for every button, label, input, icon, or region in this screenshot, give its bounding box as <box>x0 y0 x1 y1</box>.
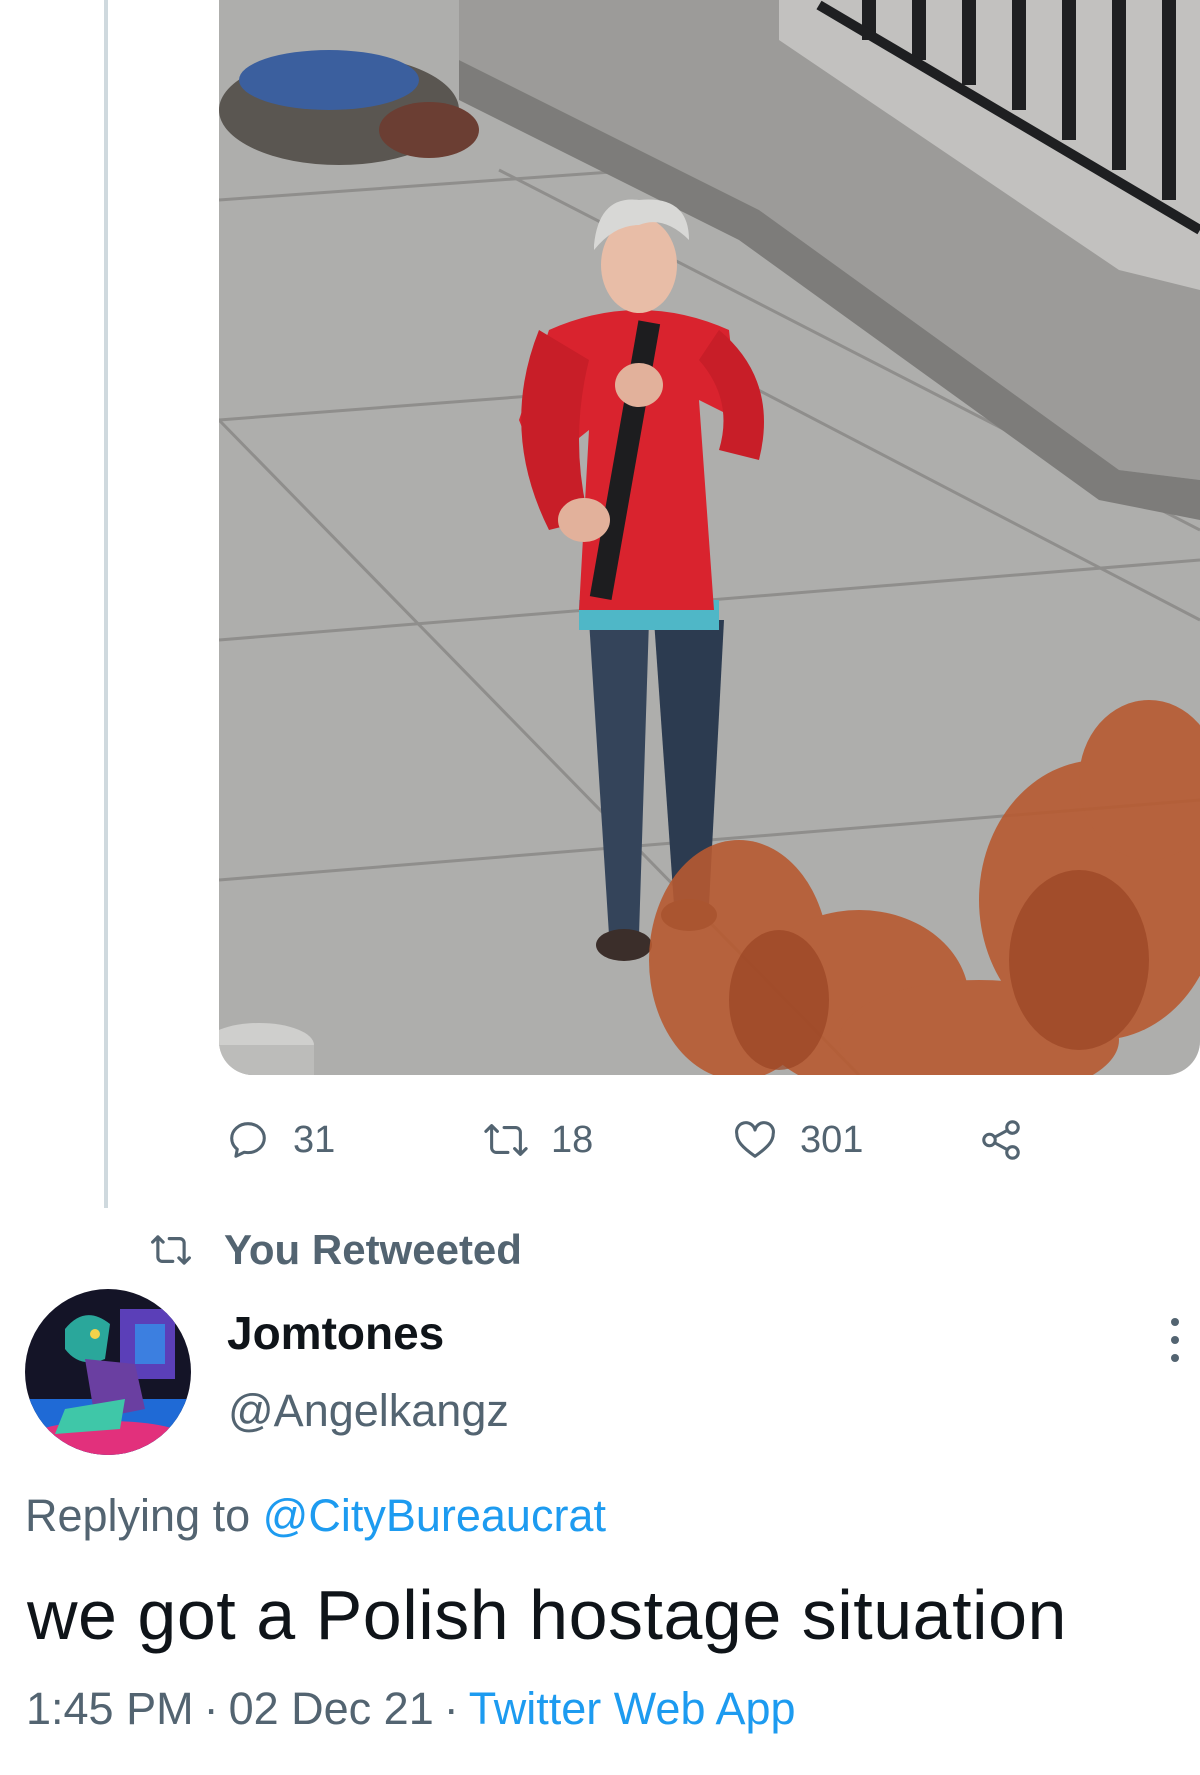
share-button[interactable] <box>978 1110 1024 1170</box>
photo-man-red-fleece-on-sidewalk <box>219 0 1200 1075</box>
like-count: 301 <box>800 1118 864 1161</box>
replying-to-prefix: Replying to <box>25 1490 251 1541</box>
meta-separator: · <box>443 1683 459 1734</box>
author-display-name[interactable]: Jomtones <box>227 1306 444 1360</box>
retweet-count: 18 <box>551 1118 594 1161</box>
reply-count: 31 <box>293 1118 336 1161</box>
avatar-image <box>25 1289 191 1455</box>
retweet-icon <box>484 1124 528 1156</box>
retweet-icon <box>151 1235 191 1265</box>
retweet-button[interactable]: 18 <box>483 1110 593 1170</box>
author-handle[interactable]: @Angelkangz <box>228 1385 509 1437</box>
tweet-action-bar: 31 18 301 <box>0 1110 1200 1170</box>
retweet-context-label: You Retweeted <box>224 1226 522 1273</box>
share-icon <box>982 1120 1020 1160</box>
replying-to-line: Replying to @CityBureaucrat <box>25 1490 606 1542</box>
tweet-source-link[interactable]: Twitter Web App <box>469 1683 796 1734</box>
replying-to-mention[interactable]: @CityBureaucrat <box>263 1490 606 1541</box>
avatar[interactable] <box>25 1289 191 1455</box>
like-icon <box>735 1121 775 1158</box>
reply-icon <box>230 1122 266 1158</box>
tweet-text: we got a Polish hostage situation <box>27 1576 1067 1654</box>
meta-separator: · <box>203 1683 219 1734</box>
tweet-date[interactable]: 02 Dec 21 <box>229 1683 434 1734</box>
more-options-icon[interactable] <box>1163 1310 1187 1370</box>
like-button[interactable]: 301 <box>732 1110 863 1170</box>
retweet-context: You Retweeted <box>150 1226 522 1274</box>
tweet-photo[interactable] <box>219 0 1200 1075</box>
tweet-time[interactable]: 1:45 PM <box>26 1683 194 1734</box>
reply-button[interactable]: 31 <box>225 1110 335 1170</box>
tweet-metadata: 1:45 PM · 02 Dec 21 · Twitter Web App <box>26 1683 796 1735</box>
thread-connector-line <box>104 0 108 1208</box>
